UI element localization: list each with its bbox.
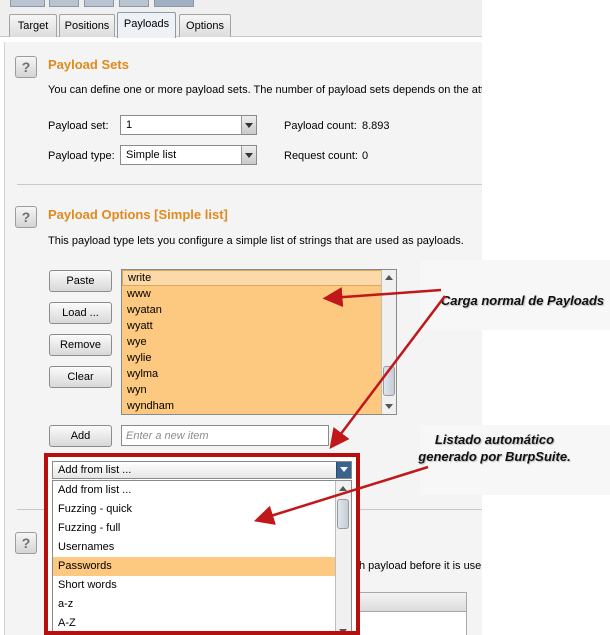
arrow-to-dropdown	[253, 465, 429, 525]
arrow-to-input	[329, 295, 446, 449]
arrow-to-list	[322, 287, 442, 308]
annotation-arrows	[253, 287, 446, 525]
